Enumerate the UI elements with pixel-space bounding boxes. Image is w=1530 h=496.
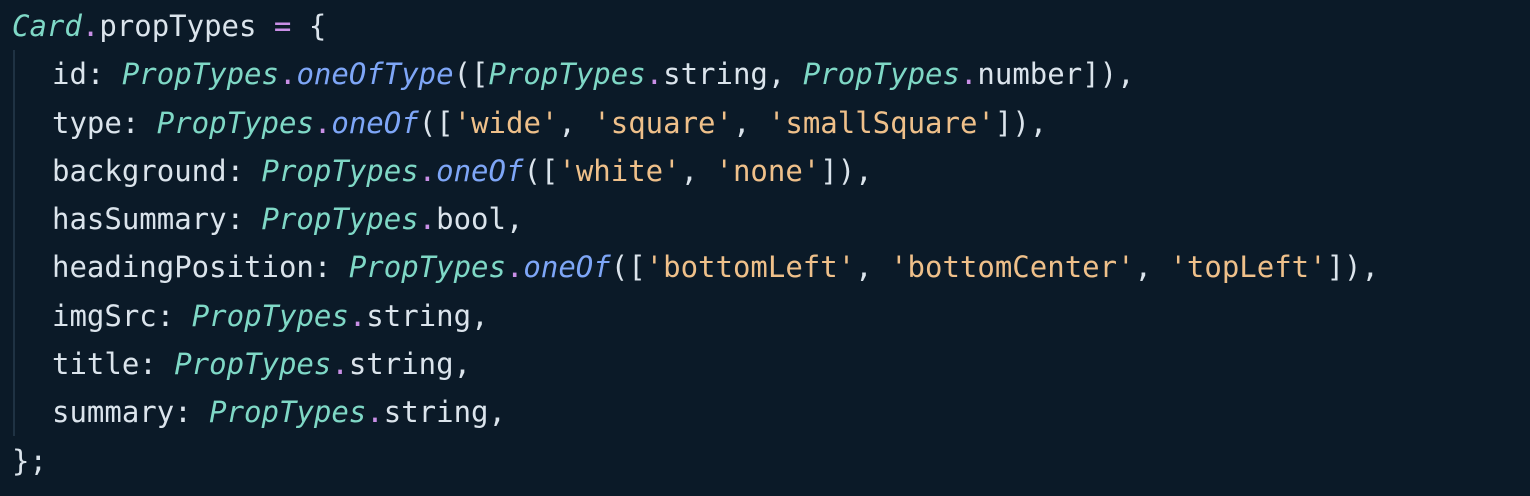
proptypes-ref: PropTypes xyxy=(191,298,349,333)
string-literal: 'none' xyxy=(715,153,821,188)
oneoftype-fn: oneOfType xyxy=(296,57,454,92)
proptypes-ref: PropTypes xyxy=(488,57,646,92)
key-hassummary: hasSummary: xyxy=(52,202,262,237)
member-dot: . xyxy=(331,347,349,382)
string-literal: 'topLeft' xyxy=(1169,250,1327,285)
close-bracket-paren: ]), xyxy=(1082,57,1135,92)
comma: , xyxy=(767,57,803,92)
card-identifier: Card xyxy=(12,9,82,43)
close-bracket-paren: ]), xyxy=(1326,250,1379,285)
key-type: type: xyxy=(52,105,157,140)
comma: , xyxy=(1134,250,1170,285)
code-line-7: imgSrc: PropTypes.string, xyxy=(0,292,1530,340)
proptypes-ref: PropTypes xyxy=(156,105,314,140)
key-summary: summary: xyxy=(52,395,210,430)
member-dot: . xyxy=(645,57,664,92)
code-line-2: id: PropTypes.oneOfType([PropTypes.strin… xyxy=(0,50,1530,98)
key-imgsrc: imgSrc: xyxy=(52,298,192,333)
open-paren-bracket: ([ xyxy=(418,105,454,140)
code-line-10: }; xyxy=(0,437,1530,485)
comma: , xyxy=(732,105,768,140)
code-editor[interactable]: Card.propTypes = { id: PropTypes.oneOfTy… xyxy=(0,0,1530,496)
string-literal: 'bottomLeft' xyxy=(645,250,856,285)
proptypes-ref: PropTypes xyxy=(802,57,960,92)
oneof-fn: oneOf xyxy=(523,250,611,285)
comma: , xyxy=(505,202,524,237)
key-id: id: xyxy=(52,57,122,92)
proptypes-ref: PropTypes xyxy=(261,202,419,237)
member-dot: . xyxy=(418,202,437,237)
close-brace: }; xyxy=(12,443,47,478)
type-number: number xyxy=(977,57,1083,92)
comma: , xyxy=(680,153,716,188)
member-dot: . xyxy=(959,57,978,92)
code-line-8: title: PropTypes.string, xyxy=(0,340,1530,388)
open-brace: { xyxy=(308,9,327,43)
member-dot: . xyxy=(366,395,384,430)
close-bracket-paren: ]), xyxy=(820,153,873,188)
proptypes-ref: PropTypes xyxy=(174,347,332,382)
string-literal: 'wide' xyxy=(453,105,559,140)
member-dot: . xyxy=(278,57,297,92)
string-literal: 'white' xyxy=(558,153,681,188)
code-line-9: summary: PropTypes.string, xyxy=(0,388,1530,436)
comma: , xyxy=(453,347,472,382)
key-background: background: xyxy=(52,153,262,188)
member-dot: . xyxy=(348,298,367,333)
type-string: string xyxy=(383,395,489,430)
string-literal: 'square' xyxy=(593,105,733,140)
comma: , xyxy=(471,298,489,333)
comma: , xyxy=(855,250,891,285)
code-line-5: hasSummary: PropTypes.bool, xyxy=(0,195,1530,243)
proptypes-property: propTypes xyxy=(99,9,257,43)
member-dot: . xyxy=(418,153,437,188)
member-dot: . xyxy=(81,9,100,43)
oneof-fn: oneOf xyxy=(436,153,524,188)
oneof-fn: oneOf xyxy=(331,105,419,140)
type-string: string xyxy=(348,347,454,382)
string-literal: 'smallSquare' xyxy=(767,105,995,140)
code-line-1: Card.propTypes = { xyxy=(0,2,1530,50)
comma: , xyxy=(488,395,506,430)
code-line-3: type: PropTypes.oneOf(['wide', 'square',… xyxy=(0,99,1530,147)
comma: , xyxy=(558,105,594,140)
proptypes-ref: PropTypes xyxy=(261,153,419,188)
member-dot: . xyxy=(505,250,524,285)
proptypes-ref: PropTypes xyxy=(348,250,506,285)
code-line-6: headingPosition: PropTypes.oneOf(['botto… xyxy=(0,243,1530,291)
type-bool: bool xyxy=(436,202,506,237)
open-paren-bracket: ([ xyxy=(523,153,559,188)
proptypes-ref: PropTypes xyxy=(209,395,367,430)
member-dot: . xyxy=(313,105,332,140)
open-paren-bracket: ([ xyxy=(453,57,489,92)
assign-operator: = xyxy=(256,9,309,43)
key-title: title: xyxy=(52,347,175,382)
proptypes-ref: PropTypes xyxy=(121,57,279,92)
open-paren-bracket: ([ xyxy=(610,250,646,285)
type-string: string xyxy=(663,57,768,92)
close-bracket-paren: ]), xyxy=(994,105,1048,140)
key-headingposition: headingPosition: xyxy=(52,250,349,285)
string-literal: 'bottomCenter' xyxy=(890,250,1135,285)
code-line-4: background: PropTypes.oneOf(['white', 'n… xyxy=(0,147,1530,195)
type-string: string xyxy=(366,298,472,333)
